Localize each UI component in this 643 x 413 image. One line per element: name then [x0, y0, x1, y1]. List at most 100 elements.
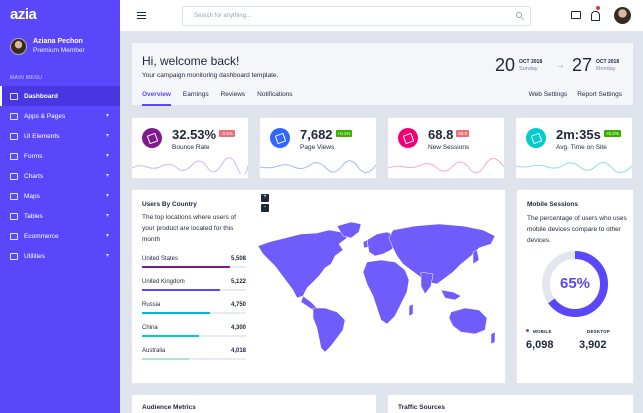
stat-badge: +0.2%	[603, 130, 621, 137]
stat-icon	[142, 128, 162, 148]
legend-mobile: MOBILE	[526, 329, 552, 334]
tab-notifications[interactable]: Notifications	[257, 91, 292, 103]
apps-icon	[10, 112, 18, 120]
desktop-value: 3,902	[579, 339, 607, 351]
world-map[interactable]	[255, 220, 500, 355]
ui-elements-icon	[10, 132, 18, 140]
country-row: China 4,300	[142, 325, 246, 337]
sidebar-item-apps-pages[interactable]: Apps & Pages ▾	[0, 106, 120, 126]
users-by-country-card: Users By Country The top locations where…	[131, 189, 506, 384]
stat-value: 2m:35s +0.2%	[556, 127, 621, 142]
mobile-value: 6,098	[526, 339, 554, 351]
sidebar-menu: Dashboard Apps & Pages ▾ UI Elements ▾ Forms ▾…	[0, 86, 120, 266]
country-progress	[142, 289, 246, 291]
country-progress	[142, 358, 246, 360]
card-title: Traffic Sources	[398, 404, 445, 411]
tab-overview[interactable]: Overview	[142, 91, 171, 106]
country-name: United Kingdom	[142, 279, 185, 285]
date-to[interactable]: 27 OCT 2018 Monday	[572, 55, 619, 76]
chevron-down-icon: ▾	[105, 153, 109, 159]
chevron-down-icon: ▾	[105, 213, 109, 219]
chevron-down-icon: ▾	[105, 253, 109, 259]
stat-icon	[526, 128, 546, 148]
date-from-day: 20	[495, 55, 516, 75]
country-value: 5,508	[230, 256, 246, 262]
profile-name: Aziana Pechon	[33, 38, 83, 45]
dashboard-icon	[10, 92, 18, 100]
mobile-sessions-card: Mobile Sessions The percentage of users …	[516, 189, 634, 384]
card-title: Mobile Sessions	[527, 201, 578, 208]
card-description: The percentage of users who uses mobile …	[527, 215, 627, 244]
welcome-panel: Hi, welcome back! Your campaign monitori…	[131, 42, 634, 106]
stat-card-page-views: 7,682 +0.1% Page Views	[259, 117, 377, 179]
country-name: United States	[142, 256, 179, 262]
zoom-out-button[interactable]: -	[261, 204, 269, 212]
chevron-down-icon: ▾	[105, 173, 109, 179]
utilities-icon	[10, 252, 18, 260]
country-name: Australia	[142, 348, 166, 354]
country-row: United Kingdom 5,122	[142, 279, 246, 291]
web-settings-link[interactable]: Web Settings	[529, 91, 568, 98]
date-from[interactable]: 20 OCT 2018 Sunday	[495, 55, 542, 76]
logo[interactable]: azia	[10, 6, 37, 23]
stat-badge: -0.5%	[219, 130, 235, 137]
tab-reviews[interactable]: Reviews	[221, 91, 246, 103]
stat-icon	[398, 128, 418, 148]
country-progress	[142, 266, 246, 268]
stat-card-bounce-rate: 32.53% -0.5% Bounce Rate	[131, 117, 249, 179]
stat-label: Bounce Rate	[172, 144, 210, 151]
country-row: United States 5,508	[142, 256, 246, 268]
sidebar-item-tables[interactable]: Tables ▾	[0, 206, 120, 226]
report-settings-link[interactable]: Report Settings	[577, 91, 622, 98]
audience-metrics-card: Audience Metrics	[131, 394, 377, 413]
sidebar-item-charts[interactable]: Charts ▾	[0, 166, 120, 186]
sidebar-item-label: Maps	[24, 192, 40, 200]
avatar[interactable]	[10, 37, 27, 55]
stat-card-avg-time: 2m:35s +0.2% Avg. Time on Site	[515, 117, 633, 179]
sidebar-item-dashboard[interactable]: Dashboard	[0, 86, 120, 106]
stat-value: 7,682 +0.1%	[300, 127, 353, 142]
chevron-down-icon: ▾	[105, 193, 109, 199]
top-header: Search for anything...	[120, 0, 643, 32]
zoom-in-button[interactable]: +	[261, 194, 269, 202]
chat-icon[interactable]	[571, 11, 581, 19]
stat-icon	[270, 128, 290, 148]
sidebar-item-utilities[interactable]: Utilities ▾	[0, 246, 120, 266]
menu-icon[interactable]	[137, 12, 146, 19]
bell-icon[interactable]	[591, 11, 600, 21]
search-icon[interactable]	[516, 12, 522, 18]
traffic-sources-card: Traffic Sources	[387, 394, 634, 413]
sidebar-item-maps[interactable]: Maps ▾	[0, 186, 120, 206]
sidebar-item-label: Charts	[24, 172, 44, 180]
stat-label: Avg. Time on Site	[556, 144, 607, 151]
stat-badge: 68.8	[456, 130, 470, 137]
page-title: Hi, welcome back!	[142, 54, 240, 68]
dashboard-tabs: Overview Earnings Reviews Notifications	[142, 91, 305, 106]
country-value: 4,300	[230, 325, 246, 331]
ecommerce-icon	[10, 232, 18, 240]
stat-card-new-sessions: 68.8 68.8 New Sessions	[387, 117, 505, 179]
search-input[interactable]: Search for anything...	[182, 6, 531, 26]
sidebar-item-label: Tables	[24, 212, 43, 220]
sidebar-item-forms[interactable]: Forms ▾	[0, 146, 120, 166]
sparkline	[516, 162, 632, 173]
maps-icon	[10, 192, 18, 200]
sidebar-item-label: UI Elements	[24, 132, 60, 140]
stat-badge: +0.1%	[335, 130, 353, 137]
country-row: Russia 4,750	[142, 302, 246, 314]
tables-icon	[10, 212, 18, 220]
charts-icon	[10, 172, 18, 180]
date-from-weekday: Sunday	[519, 65, 538, 72]
sidebar-item-ui-elements[interactable]: UI Elements ▾	[0, 126, 120, 146]
stat-label: New Sessions	[428, 144, 470, 151]
sidebar-item-ecommerce[interactable]: Ecommerce ▾	[0, 226, 120, 246]
header-avatar[interactable]	[614, 7, 631, 24]
country-name: Russia	[142, 302, 161, 308]
user-profile[interactable]: Aziana Pechon Premium Member	[10, 37, 85, 55]
country-value: 4,018	[230, 348, 246, 354]
donut-percent: 65%	[559, 275, 591, 292]
card-description: The top locations where users of your pr…	[142, 214, 236, 243]
donut-chart: 65%	[540, 249, 610, 324]
tab-earnings[interactable]: Earnings	[183, 91, 209, 103]
search-placeholder: Search for anything...	[194, 13, 252, 19]
